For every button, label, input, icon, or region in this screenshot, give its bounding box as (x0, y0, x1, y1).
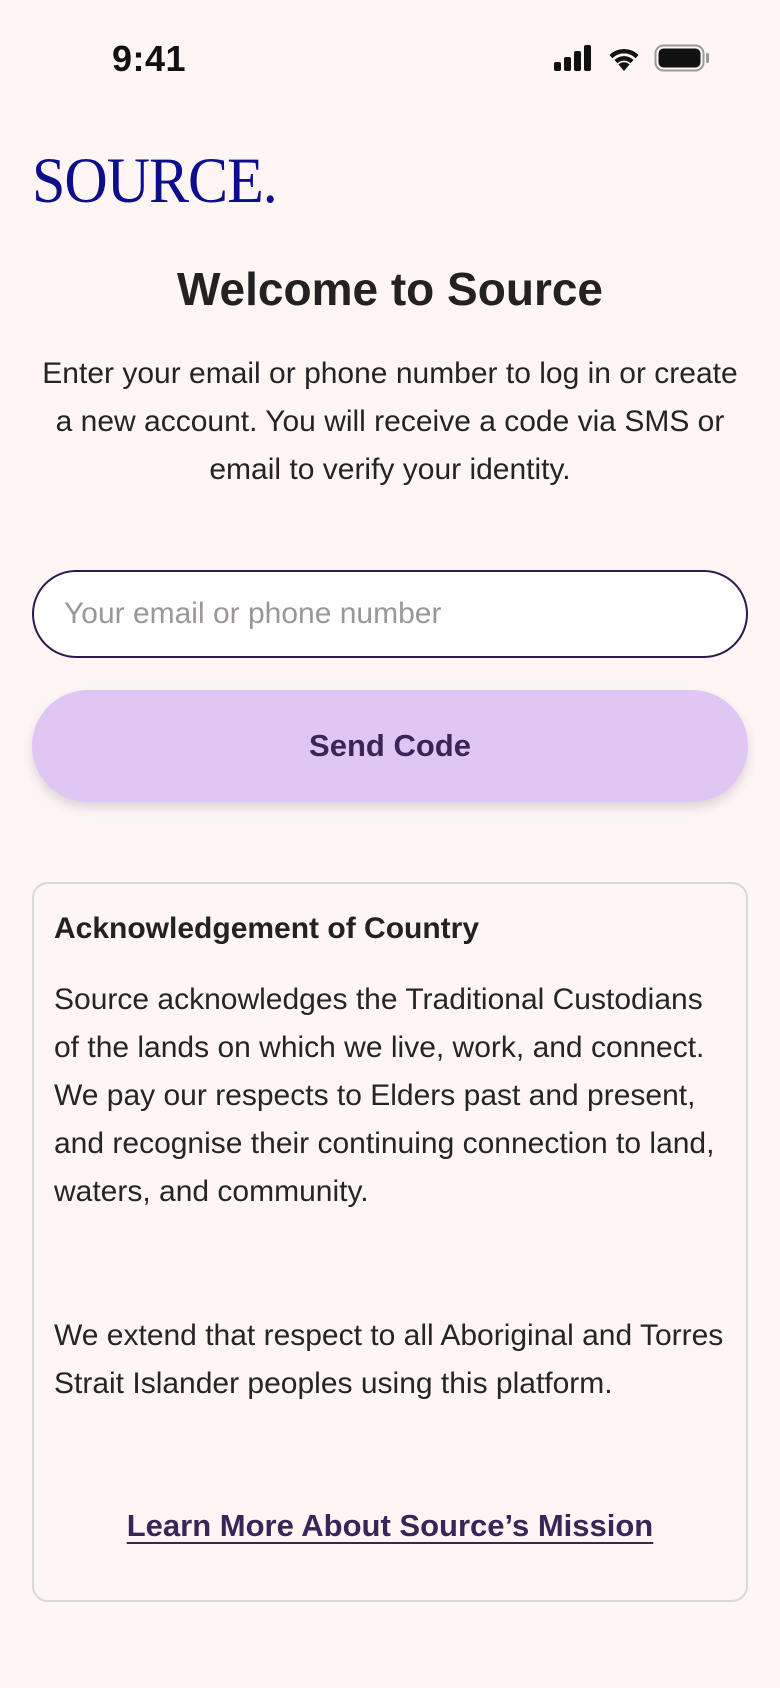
acknowledgement-heading: Acknowledgement of Country (54, 912, 480, 945)
email-or-phone-input[interactable] (32, 570, 748, 658)
acknowledgement-paragraph-2: We extend that respect to all Aboriginal… (54, 1319, 724, 1400)
source-logo: SOURCE. (32, 144, 278, 217)
cellular-signal-icon (554, 45, 594, 76)
learn-more-link[interactable]: Learn More About Source’s Mission (34, 1508, 746, 1544)
status-time: 9:41 (112, 38, 187, 79)
page-title: Welcome to Source (176, 263, 604, 315)
wifi-icon (606, 45, 642, 76)
login-instructions: Enter your email or phone number to log … (42, 357, 738, 486)
status-bar: 9:41 (0, 0, 780, 120)
acknowledgement-paragraph: Source acknowledges the Traditional Cust… (54, 983, 715, 1208)
acknowledgement-card: Acknowledgement of Country Source acknow… (32, 882, 748, 1602)
status-icons (554, 44, 710, 77)
battery-icon (654, 44, 710, 77)
send-code-button[interactable]: Send Code (32, 690, 748, 802)
